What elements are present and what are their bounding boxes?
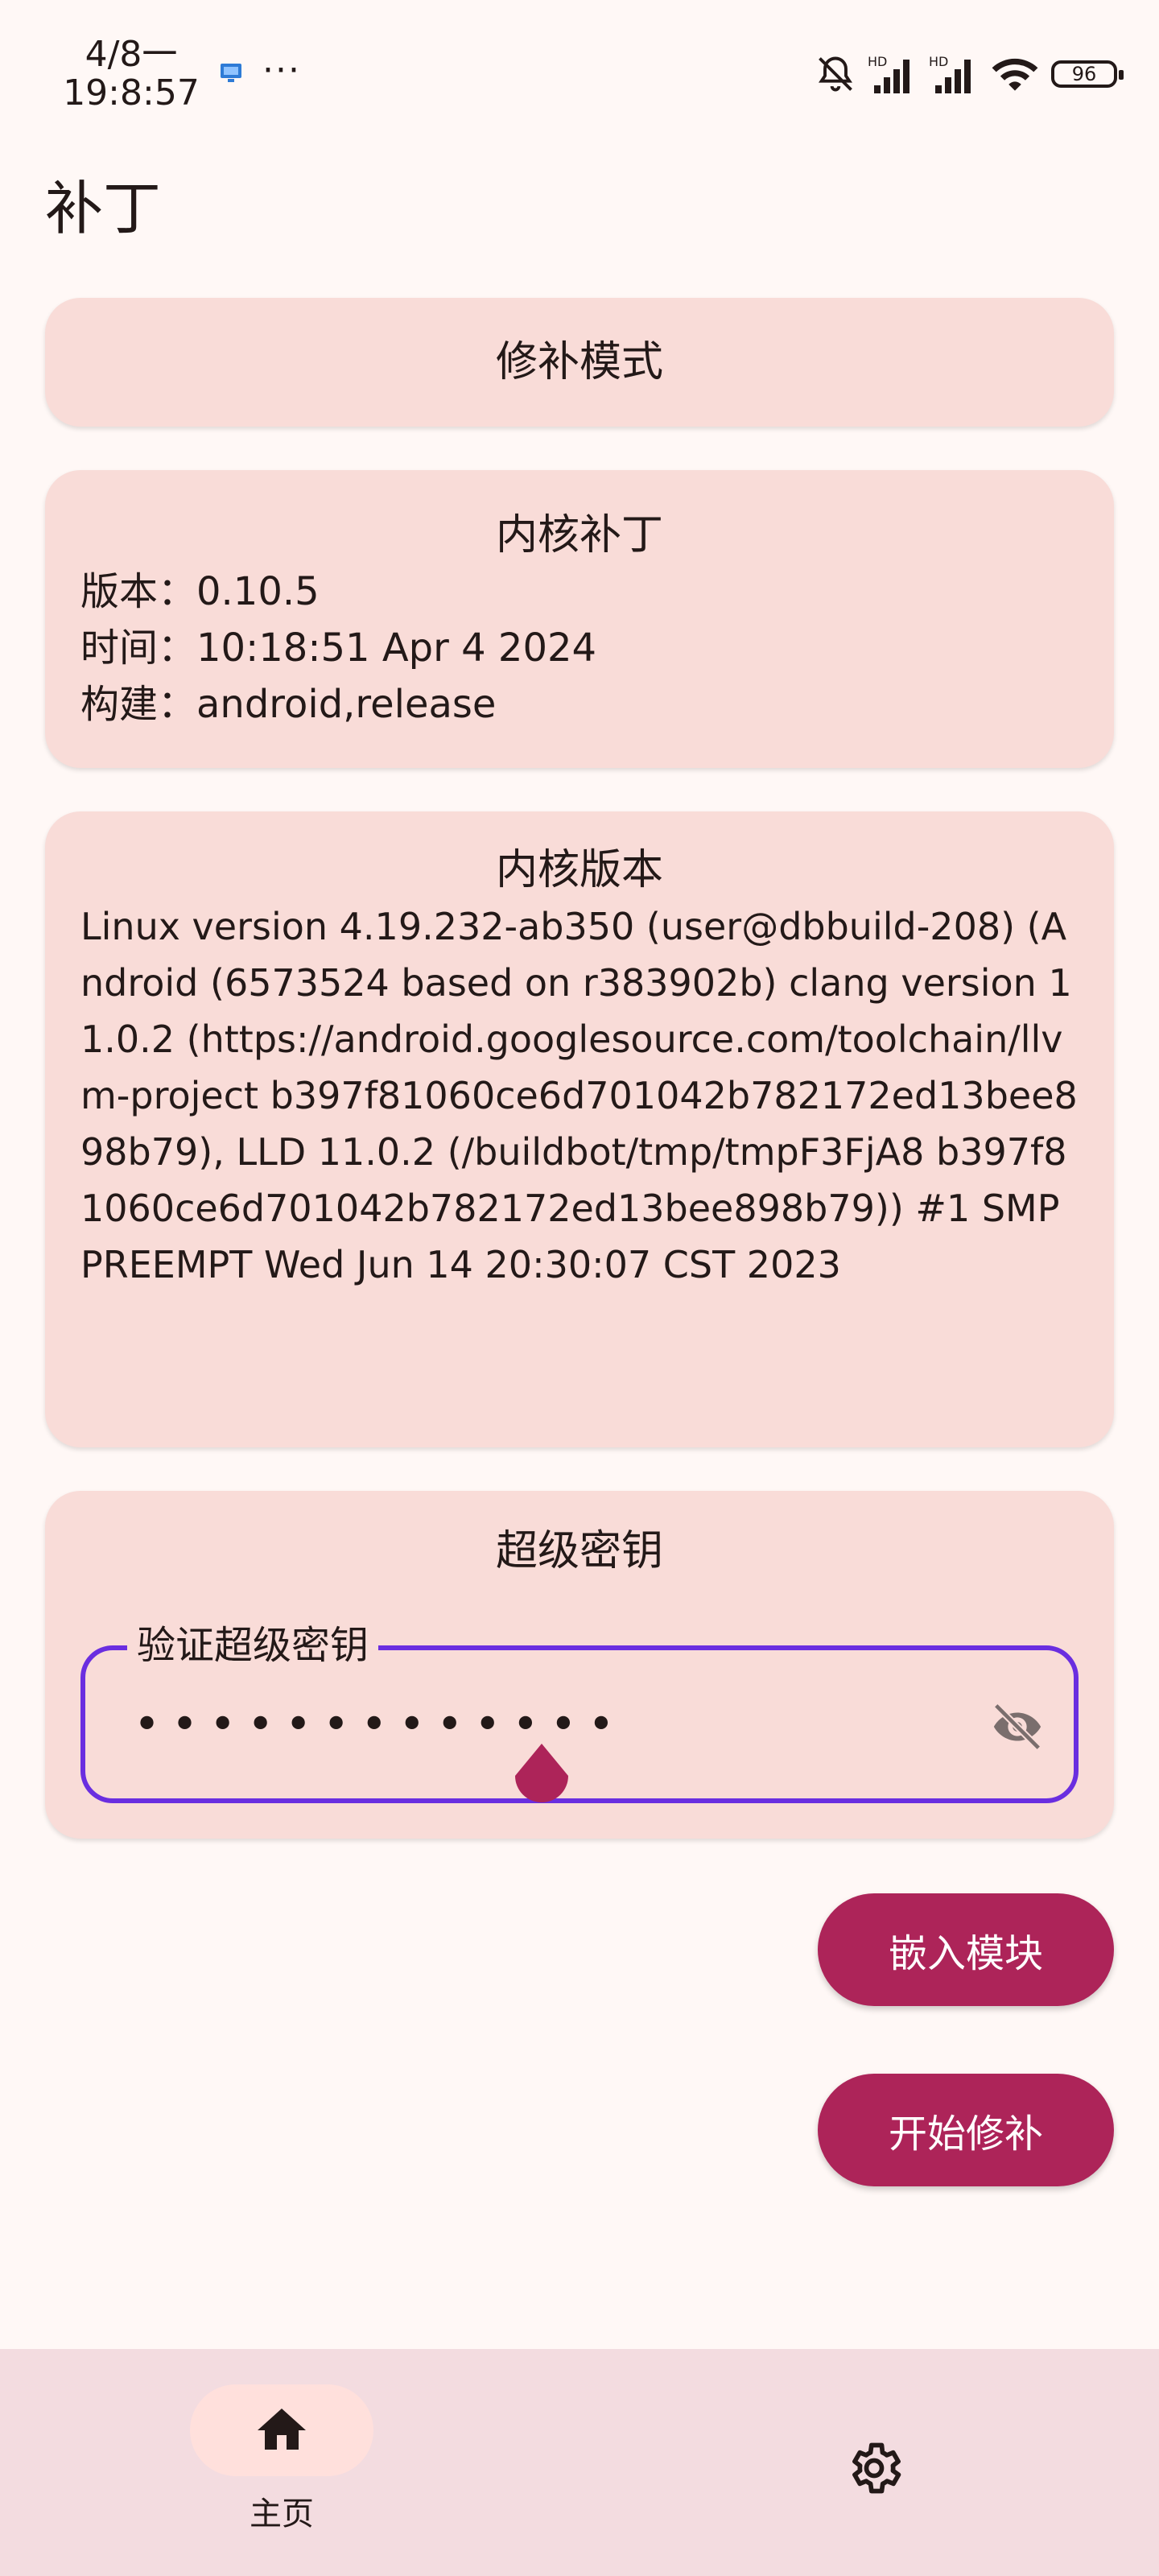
status-bar: 4/8一 19:8:57 ··· HD HD 96 [0, 0, 1159, 137]
wifi-icon [992, 58, 1038, 91]
page-title: 补丁 [45, 175, 162, 242]
super-key-field[interactable]: 验证超级密钥 [80, 1621, 1079, 1803]
more-notifications-indicator: ··· [262, 50, 301, 91]
kernel-version-card: 内核版本 Linux version 4.19.232-ab350 (user@… [45, 811, 1114, 1447]
nav-home-indicator [190, 2384, 373, 2476]
kernel-patch-card: 内核补丁 版本：0.10.5 时间：10:18:51 Apr 4 2024 构建… [45, 470, 1114, 768]
svg-text:HD: HD [929, 54, 948, 69]
signal-hd-icon-2: HD [929, 54, 971, 93]
nav-item-settings[interactable] [834, 2428, 914, 2508]
kernel-version-title: 内核版本 [495, 846, 663, 894]
battery-indicator: 96 [1051, 60, 1124, 88]
patch-mode-card[interactable]: 修补模式 [45, 298, 1114, 427]
status-time: 19:8:57 [63, 72, 200, 114]
super-key-field-label: 验证超级密钥 [127, 1621, 379, 1670]
embed-module-button[interactable]: 嵌入模块 [818, 1893, 1114, 2006]
super-key-title: 超级密钥 [495, 1527, 663, 1575]
patch-version: 版本：0.10.5 [80, 569, 320, 614]
kernel-patch-title: 内核补丁 [495, 511, 663, 559]
text-cursor-handle[interactable] [512, 1744, 571, 1816]
screen-cast-icon [221, 64, 241, 82]
nav-home-label: 主页 [250, 2496, 314, 2533]
patch-build-type: 构建：android,release [80, 682, 497, 727]
status-date: 4/8一 [85, 34, 178, 75]
super-key-card: 超级密钥 验证超级密钥 [45, 1491, 1114, 1839]
status-clock: 4/8一 19:8:57 [63, 35, 200, 113]
patch-build-time: 时间：10:18:51 Apr 4 2024 [80, 625, 597, 671]
kernel-version-text: Linux version 4.19.232-ab350 (user@dbbui… [80, 905, 1078, 1286]
nav-item-home[interactable]: 主页 [190, 2384, 373, 2533]
start-patch-button[interactable]: 开始修补 [818, 2074, 1114, 2186]
bottom-navigation: 主页 [0, 2349, 1159, 2576]
visibility-off-icon[interactable] [985, 1699, 1050, 1755]
svg-text:HD: HD [868, 54, 887, 69]
home-icon [258, 2409, 306, 2450]
gear-icon [852, 2442, 901, 2494]
signal-hd-icon: HD [868, 54, 909, 93]
patch-mode-title: 修补模式 [495, 338, 663, 386]
status-icons: HD HD 96 [815, 50, 1124, 98]
silent-bell-icon [819, 56, 852, 92]
battery-level: 96 [1071, 63, 1097, 85]
